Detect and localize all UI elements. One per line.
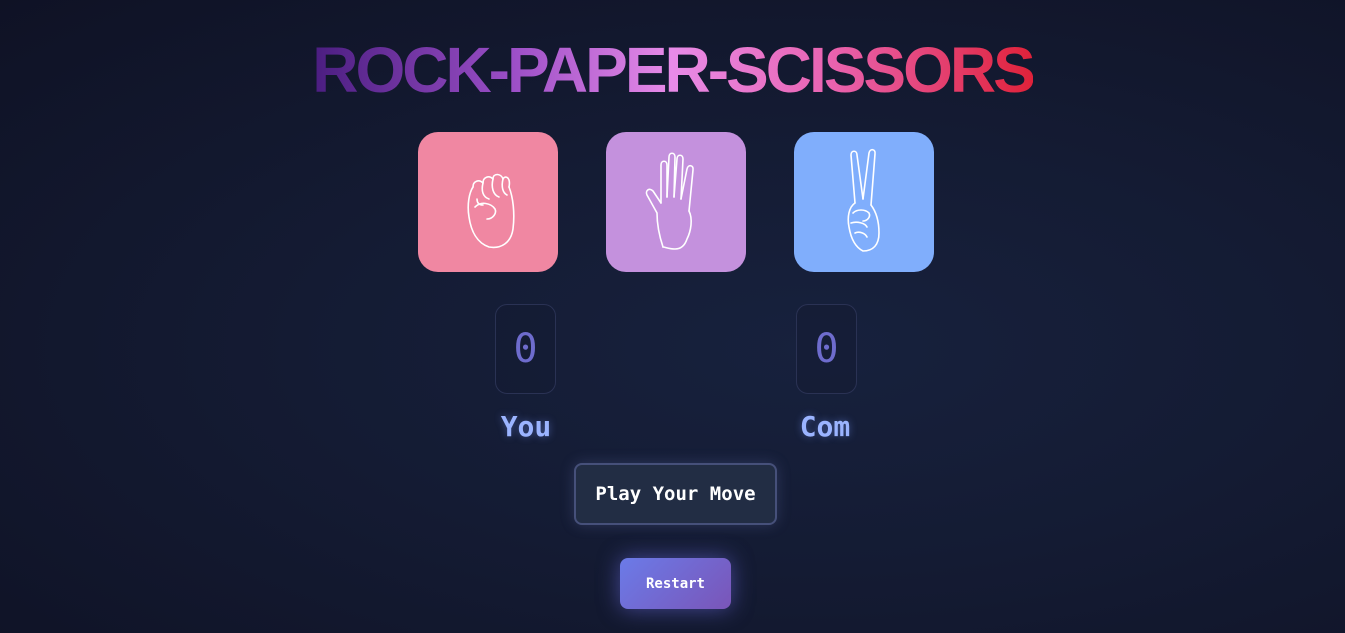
player-score: 0: [495, 304, 556, 394]
computer-label: Com: [799, 410, 851, 443]
status-message: Play Your Move: [574, 463, 777, 525]
game-title: ROCK-PAPER-SCISSORS: [0, 30, 1345, 110]
paper-button[interactable]: [606, 132, 746, 272]
rock-button[interactable]: [418, 132, 558, 272]
computer-score: 0: [796, 304, 857, 394]
scissors-button[interactable]: [794, 132, 934, 272]
fist-hand-icon: [467, 173, 515, 249]
peace-hand-icon: [847, 148, 880, 252]
game-title-text: ROCK-PAPER-SCISSORS: [312, 34, 1036, 106]
open-hand-icon: [645, 152, 694, 250]
restart-button[interactable]: Restart: [620, 558, 731, 609]
player-label: You: [500, 410, 552, 443]
